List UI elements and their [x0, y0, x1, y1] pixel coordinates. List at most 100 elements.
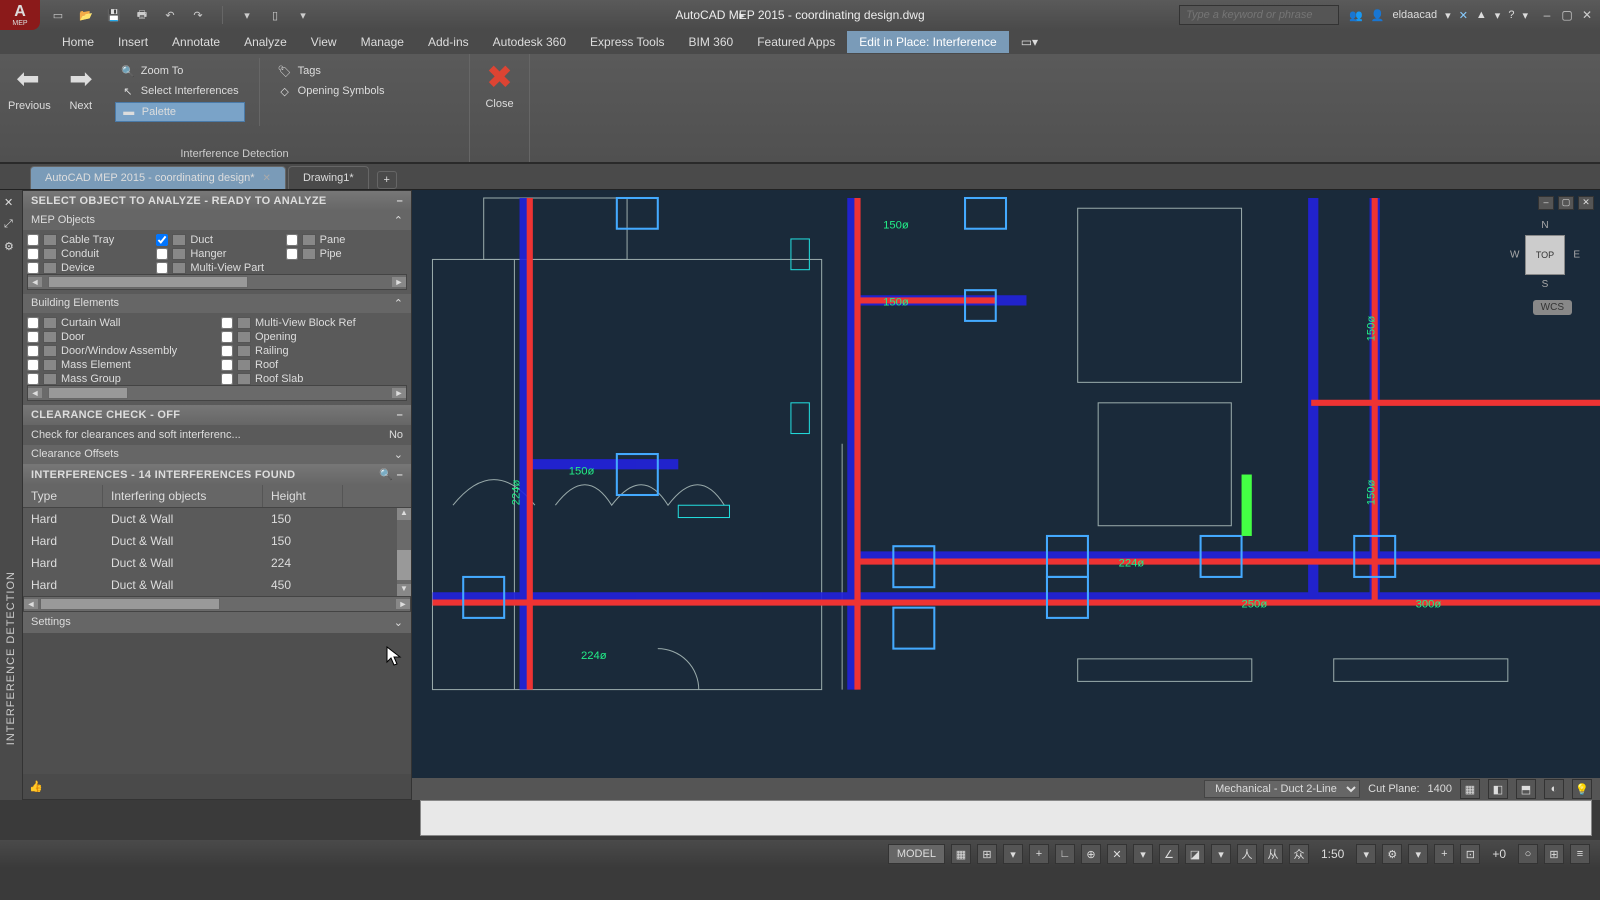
tab-autodesk360[interactable]: Autodesk 360: [481, 31, 578, 53]
chk-roof[interactable]: Roof: [221, 359, 407, 371]
chk-duct[interactable]: Duct: [156, 234, 277, 246]
tab-featured-apps[interactable]: Featured Apps: [745, 31, 847, 53]
select-object-header[interactable]: SELECT OBJECT TO ANALYZE - READY TO ANAL…: [23, 191, 411, 211]
zoom-to-button[interactable]: 🔍Zoom To: [115, 62, 245, 80]
drawing-canvas[interactable]: 150ø 150ø 150ø 224ø 224ø 224ø 250ø 300ø …: [412, 190, 1600, 800]
tab-analyze[interactable]: Analyze: [232, 31, 299, 53]
tab-express-tools[interactable]: Express Tools: [578, 31, 676, 53]
chk-multiview-block[interactable]: Multi-View Block Ref: [221, 317, 407, 329]
tab-view[interactable]: View: [299, 31, 349, 53]
sb-icon[interactable]: +: [1029, 844, 1049, 864]
viewport-minimize-icon[interactable]: –: [1538, 196, 1554, 210]
customize-icon[interactable]: ≡: [1570, 844, 1590, 864]
sb-icon[interactable]: ○: [1518, 844, 1538, 864]
dropdown-icon[interactable]: ▾: [1445, 9, 1451, 22]
zoom-icon[interactable]: 🔍: [379, 469, 393, 481]
chk-pipe[interactable]: Pipe: [286, 248, 407, 260]
hscroll[interactable]: ◄►: [27, 274, 407, 290]
close-palette-icon[interactable]: ✕: [4, 196, 18, 210]
next-button[interactable]: ➡: [61, 58, 101, 98]
print-icon[interactable]: 🖶: [134, 7, 150, 23]
viewcube[interactable]: NSEW TOP: [1510, 220, 1580, 290]
col-height[interactable]: Height: [263, 485, 343, 507]
maximize-icon[interactable]: ▢: [1558, 7, 1576, 23]
redo-icon[interactable]: ↷: [190, 7, 206, 23]
vp-bulb-icon[interactable]: 💡: [1572, 779, 1592, 799]
open-icon[interactable]: 📂: [78, 7, 94, 23]
sb-icon[interactable]: 从: [1263, 844, 1283, 864]
previous-button[interactable]: ⬅: [8, 58, 48, 98]
qat-dropdown-icon[interactable]: ▾: [295, 7, 311, 23]
scale-label[interactable]: 1:50: [1315, 847, 1350, 861]
minimize-icon[interactable]: –: [1538, 7, 1556, 23]
chk-door-window[interactable]: Door/Window Assembly: [27, 345, 213, 357]
gear-icon[interactable]: ⚙: [1382, 844, 1402, 864]
viewport-maximize-icon[interactable]: ▢: [1558, 196, 1574, 210]
tab-bim360[interactable]: BIM 360: [677, 31, 746, 53]
hscroll[interactable]: ◄►: [27, 385, 407, 401]
dropdown-icon[interactable]: ▾: [1522, 9, 1528, 22]
viewport-close-icon[interactable]: ✕: [1578, 196, 1594, 210]
sb-icon[interactable]: 众: [1289, 844, 1309, 864]
tab-edit-in-place[interactable]: Edit in Place: Interference: [847, 31, 1008, 53]
signin-icon[interactable]: 👥: [1349, 9, 1363, 22]
add-tab-button[interactable]: +: [377, 171, 397, 189]
undo-icon[interactable]: ↶: [162, 7, 178, 23]
building-elements-header[interactable]: Building Elements⌃: [23, 294, 411, 313]
chevron-down-icon[interactable]: ⌄: [394, 616, 403, 629]
collapse-icon[interactable]: –: [397, 409, 403, 421]
sb-icon[interactable]: +: [1434, 844, 1454, 864]
table-row[interactable]: HardDuct & Wall150: [23, 508, 411, 530]
sb-icon[interactable]: ✕: [1107, 844, 1127, 864]
user-avatar-icon[interactable]: 👤: [1371, 9, 1385, 22]
tab-insert[interactable]: Insert: [106, 31, 160, 53]
sb-icon[interactable]: ◪: [1185, 844, 1205, 864]
chk-device[interactable]: Device: [27, 262, 148, 274]
collapse-icon[interactable]: –: [397, 195, 403, 207]
chk-cable-tray[interactable]: Cable Tray: [27, 234, 148, 246]
close-tab-icon[interactable]: ✕: [263, 173, 271, 184]
tab-annotate[interactable]: Annotate: [160, 31, 232, 53]
chevron-up-icon[interactable]: ⌃: [394, 297, 403, 310]
sb-icon[interactable]: ⊞: [1544, 844, 1564, 864]
grid-icon[interactable]: ▦: [951, 844, 971, 864]
chk-opening[interactable]: Opening: [221, 331, 407, 343]
chk-mass-group[interactable]: Mass Group: [27, 373, 213, 385]
close-button[interactable]: ✖: [486, 58, 513, 96]
exchange-icon[interactable]: ✕: [1459, 9, 1468, 22]
table-row[interactable]: HardDuct & Wall150: [23, 530, 411, 552]
tab-addins[interactable]: Add-ins: [416, 31, 481, 53]
help-icon[interactable]: ?: [1508, 9, 1514, 21]
chk-panel[interactable]: Pane: [286, 234, 407, 246]
qat-icon[interactable]: ▾: [239, 7, 255, 23]
sb-icon[interactable]: ▾: [1408, 844, 1428, 864]
elevation-label[interactable]: +0: [1486, 847, 1512, 861]
tab-home[interactable]: Home: [50, 31, 106, 53]
wcs-badge[interactable]: WCS: [1533, 300, 1572, 315]
document-tab[interactable]: AutoCAD MEP 2015 - coordinating design*✕: [30, 166, 286, 189]
command-line[interactable]: [420, 800, 1592, 836]
vp-icon[interactable]: ▦: [1460, 779, 1480, 799]
table-row[interactable]: HardDuct & Wall450: [23, 574, 411, 596]
chk-hanger[interactable]: Hanger: [156, 248, 277, 260]
pin-icon[interactable]: ⤢: [4, 218, 18, 232]
sb-icon[interactable]: ▾: [1356, 844, 1376, 864]
vp-icon[interactable]: ◧: [1488, 779, 1508, 799]
clearance-check-row[interactable]: Check for clearances and soft interferen…: [23, 425, 411, 445]
display-config-select[interactable]: Mechanical - Duct 2-Line: [1204, 780, 1360, 798]
chk-curtain-wall[interactable]: Curtain Wall: [27, 317, 213, 329]
sb-icon[interactable]: ⊡: [1460, 844, 1480, 864]
select-interferences-button[interactable]: ↖Select Interferences: [115, 82, 245, 100]
save-icon[interactable]: 💾: [106, 7, 122, 23]
tab-extra-icon[interactable]: ▭▾: [1009, 31, 1050, 53]
chk-roof-slab[interactable]: Roof Slab: [221, 373, 407, 385]
vp-icon[interactable]: ⬒: [1516, 779, 1536, 799]
sb-icon[interactable]: ∠: [1159, 844, 1179, 864]
clearance-offsets-row[interactable]: Clearance Offsets⌄: [23, 445, 411, 464]
chk-railing[interactable]: Railing: [221, 345, 407, 357]
sb-icon[interactable]: 人: [1237, 844, 1257, 864]
tab-manage[interactable]: Manage: [349, 31, 416, 53]
sb-icon[interactable]: ▾: [1003, 844, 1023, 864]
ortho-icon[interactable]: ∟: [1055, 844, 1075, 864]
vp-icon[interactable]: ◐: [1544, 779, 1564, 799]
